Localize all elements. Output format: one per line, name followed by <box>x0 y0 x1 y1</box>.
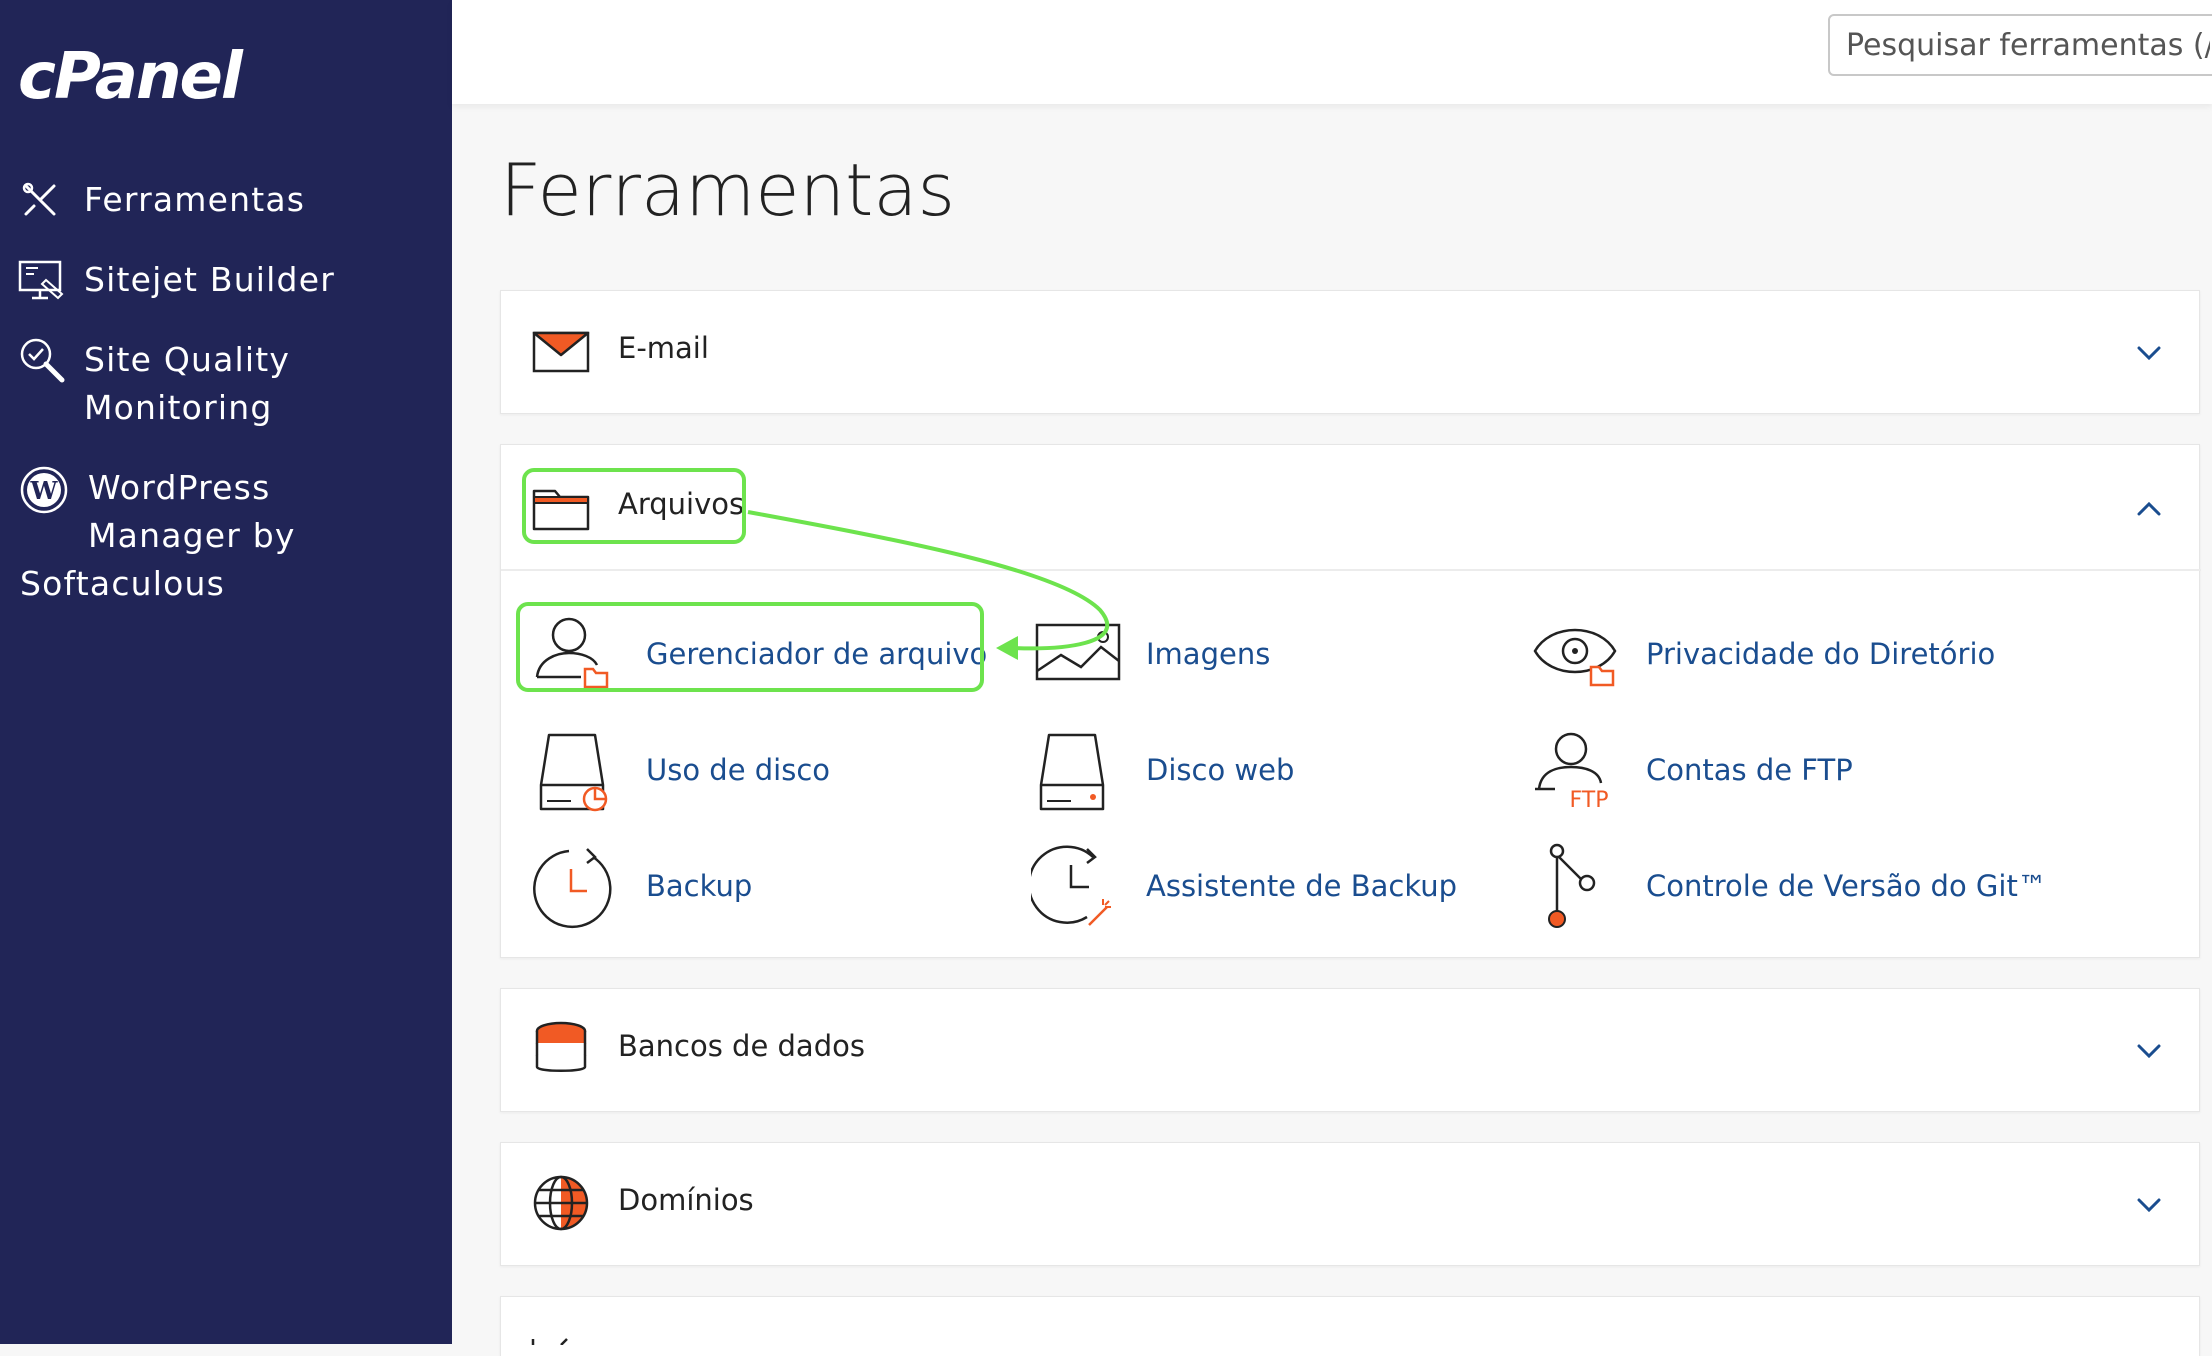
panel-divider <box>501 569 2201 571</box>
eye-icon <box>1533 628 1617 687</box>
tools-icon <box>22 182 56 216</box>
git-icon <box>1548 843 1596 928</box>
search-input[interactable] <box>1828 14 2212 76</box>
panel-bancos-de-dados: Bancos de dados <box>500 988 2200 1112</box>
tool-label: Disco web <box>1146 753 1295 787</box>
tool-label: Controle de Versão do Git™ <box>1646 869 2047 903</box>
tool-label: Uso de disco <box>646 753 831 787</box>
monitor-design-icon <box>18 260 64 300</box>
tool-label: Imagens <box>1146 637 1271 671</box>
sidebar-item-site-quality[interactable]: Site Quality Monitoring <box>0 336 452 432</box>
envelope-icon <box>532 331 590 373</box>
tool-label: Privacidade do Diretório <box>1646 637 1996 671</box>
sidebar-item-label: Manager by <box>88 516 296 555</box>
sidebar-item-label: Softaculous <box>20 564 226 603</box>
sidebar-item-ferramentas[interactable]: Ferramentas <box>0 176 452 224</box>
tool-label: Assistente de Backup <box>1146 869 1458 903</box>
panel-dominios-header[interactable]: Domínios <box>501 1143 2201 1265</box>
sidebar-item-label: Ferramentas <box>84 180 306 219</box>
chevron-down-icon[interactable] <box>2133 1189 2165 1221</box>
magnifier-check-icon <box>20 338 65 383</box>
web-disk-icon <box>1039 733 1105 811</box>
cpanel-logo[interactable]: cPanel <box>18 40 243 114</box>
backup-icon <box>533 848 612 929</box>
sidebar-item-label: WordPress <box>88 468 271 507</box>
tool-label: Gerenciador de arquivo <box>646 637 988 671</box>
page-title: Ferramentas <box>500 148 956 232</box>
database-icon <box>535 1021 587 1072</box>
tool-contas-de-ftp[interactable]: FTP Contas de FTP <box>1531 727 2051 819</box>
panel-next <box>500 1296 2200 1356</box>
tool-controle-de-versao-git[interactable]: Controle de Versão do Git™ <box>1531 843 2091 935</box>
panel-title: Bancos de dados <box>618 1029 865 1063</box>
sidebar-item-label: Sitejet Builder <box>84 260 335 299</box>
tool-disco-web[interactable]: Disco web <box>1031 727 1451 819</box>
svg-text:FTP: FTP <box>1570 788 1609 813</box>
disk-usage-icon <box>539 733 608 812</box>
panel-title: Arquivos <box>618 487 745 521</box>
globe-icon <box>533 1175 589 1231</box>
sidebar: cPanel Ferramentas Sitejet Builder Site … <box>0 0 452 1344</box>
chevron-down-icon[interactable] <box>2133 1035 2165 1067</box>
chevron-up-icon[interactable] <box>2133 493 2165 525</box>
panel-title: Domínios <box>618 1183 754 1217</box>
tool-uso-de-disco[interactable]: Uso de disco <box>531 727 951 819</box>
panel-email-header[interactable]: E-mail <box>501 291 2201 413</box>
tool-privacidade-do-diretorio[interactable]: Privacidade do Diretório <box>1531 611 2051 703</box>
panel-arquivos-header[interactable]: Arquivos <box>501 445 2201 567</box>
ftp-user-icon: FTP <box>1535 732 1609 813</box>
wordpress-icon: W <box>20 466 68 514</box>
panel-arquivos: Arquivos Gerenciador de arquivo Imagens <box>500 444 2201 958</box>
sidebar-item-label: Monitoring <box>84 388 273 427</box>
tool-gerenciador-de-arquivo[interactable]: Gerenciador de arquivo <box>531 611 987 703</box>
sidebar-item-label: Site Quality <box>84 340 291 379</box>
panel-bancos-de-dados-header[interactable]: Bancos de dados <box>501 989 2201 1111</box>
image-icon <box>1035 623 1121 681</box>
sidebar-item-wordpress[interactable]: W WordPress Manager by Softaculous <box>0 464 452 608</box>
panel-title: E-mail <box>618 331 709 365</box>
tool-label: Contas de FTP <box>1646 753 1853 787</box>
tool-assistente-de-backup[interactable]: Assistente de Backup <box>1031 843 1457 935</box>
tool-label: Backup <box>646 869 753 903</box>
tool-backup[interactable]: Backup <box>531 843 951 935</box>
svg-text:W: W <box>30 476 59 505</box>
chevron-down-icon[interactable] <box>2133 337 2165 369</box>
sidebar-item-sitejet[interactable]: Sitejet Builder <box>0 256 452 304</box>
tool-imagens[interactable]: Imagens <box>1031 611 1451 703</box>
panel-email: E-mail <box>500 290 2200 414</box>
panel-dominios: Domínios <box>500 1142 2200 1266</box>
backup-wizard-icon <box>1031 845 1111 926</box>
file-manager-icon <box>535 617 609 689</box>
folder-icon <box>532 489 590 531</box>
